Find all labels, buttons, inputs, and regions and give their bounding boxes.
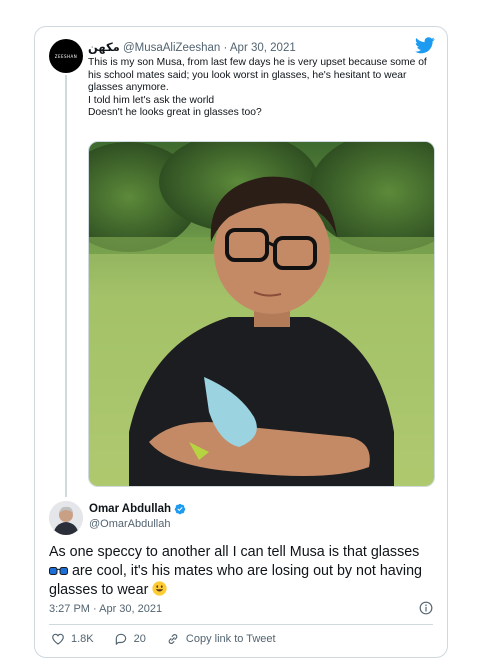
smiley-emoji-icon: [152, 581, 167, 596]
embedded-tweet-card: ZEESHAN مکھن @MusaAliZeeshan · Apr 30, 2…: [34, 26, 448, 658]
quoted-avatar-text: ZEESHAN: [54, 53, 78, 59]
reply-tweet-text: As one speccy to another all I can tell …: [49, 543, 439, 600]
link-icon: [168, 634, 178, 644]
reply-author-name-row: Omar Abdullah: [89, 503, 186, 515]
copy-link-label: Copy link to Tweet: [185, 633, 276, 645]
reply-author-avatar[interactable]: [49, 501, 83, 535]
header-separator: ·: [220, 42, 230, 54]
reply-count: 20: [133, 633, 146, 645]
actions-divider: [49, 624, 433, 625]
tweet-actions-bar: 1.8K 20 Copy link to Tweet: [51, 632, 296, 646]
reply-text-part2: are cool, it's his mates who are losing …: [49, 563, 422, 598]
quoted-tweet-text: This is my son Musa, from last few days …: [88, 57, 433, 120]
quoted-author-name[interactable]: مکھن: [88, 42, 120, 54]
quoted-text-line: I told him let's ask the world: [88, 94, 215, 106]
reply-author-name[interactable]: Omar Abdullah: [89, 503, 171, 515]
quoted-text-line: This is my son Musa, from last few days …: [88, 57, 427, 94]
quoted-author-avatar[interactable]: ZEESHAN: [49, 39, 83, 73]
like-count: 1.8K: [71, 633, 94, 645]
quoted-tweet-date[interactable]: Apr 30, 2021: [230, 42, 296, 54]
copy-link-button[interactable]: Copy link to Tweet: [166, 632, 276, 646]
reply-timestamp[interactable]: 3:27 PM · Apr 30, 2021: [49, 603, 162, 615]
glasses-emoji-icon: [49, 567, 68, 575]
reply-button[interactable]: 20: [114, 632, 146, 646]
tweet-photo[interactable]: [88, 141, 435, 487]
heart-icon: [52, 633, 64, 645]
quoted-tweet-header: مکھن @MusaAliZeeshan · Apr 30, 2021: [88, 40, 296, 54]
thread-connector-line: [65, 75, 67, 497]
reply-bubble-icon: [115, 633, 126, 645]
reply-text-part1: As one speccy to another all I can tell …: [49, 544, 420, 560]
verified-badge-icon: [174, 503, 186, 515]
reply-author-handle[interactable]: @OmarAbdullah: [89, 518, 170, 530]
like-button[interactable]: 1.8K: [51, 632, 94, 646]
quoted-text-line: Doesn't he looks great in glasses too?: [88, 107, 262, 119]
info-icon[interactable]: [419, 601, 433, 615]
twitter-bird-icon[interactable]: [415, 37, 435, 54]
quoted-author-handle[interactable]: @MusaAliZeeshan: [123, 42, 220, 54]
boy-with-glasses-photo-icon: [89, 142, 434, 486]
